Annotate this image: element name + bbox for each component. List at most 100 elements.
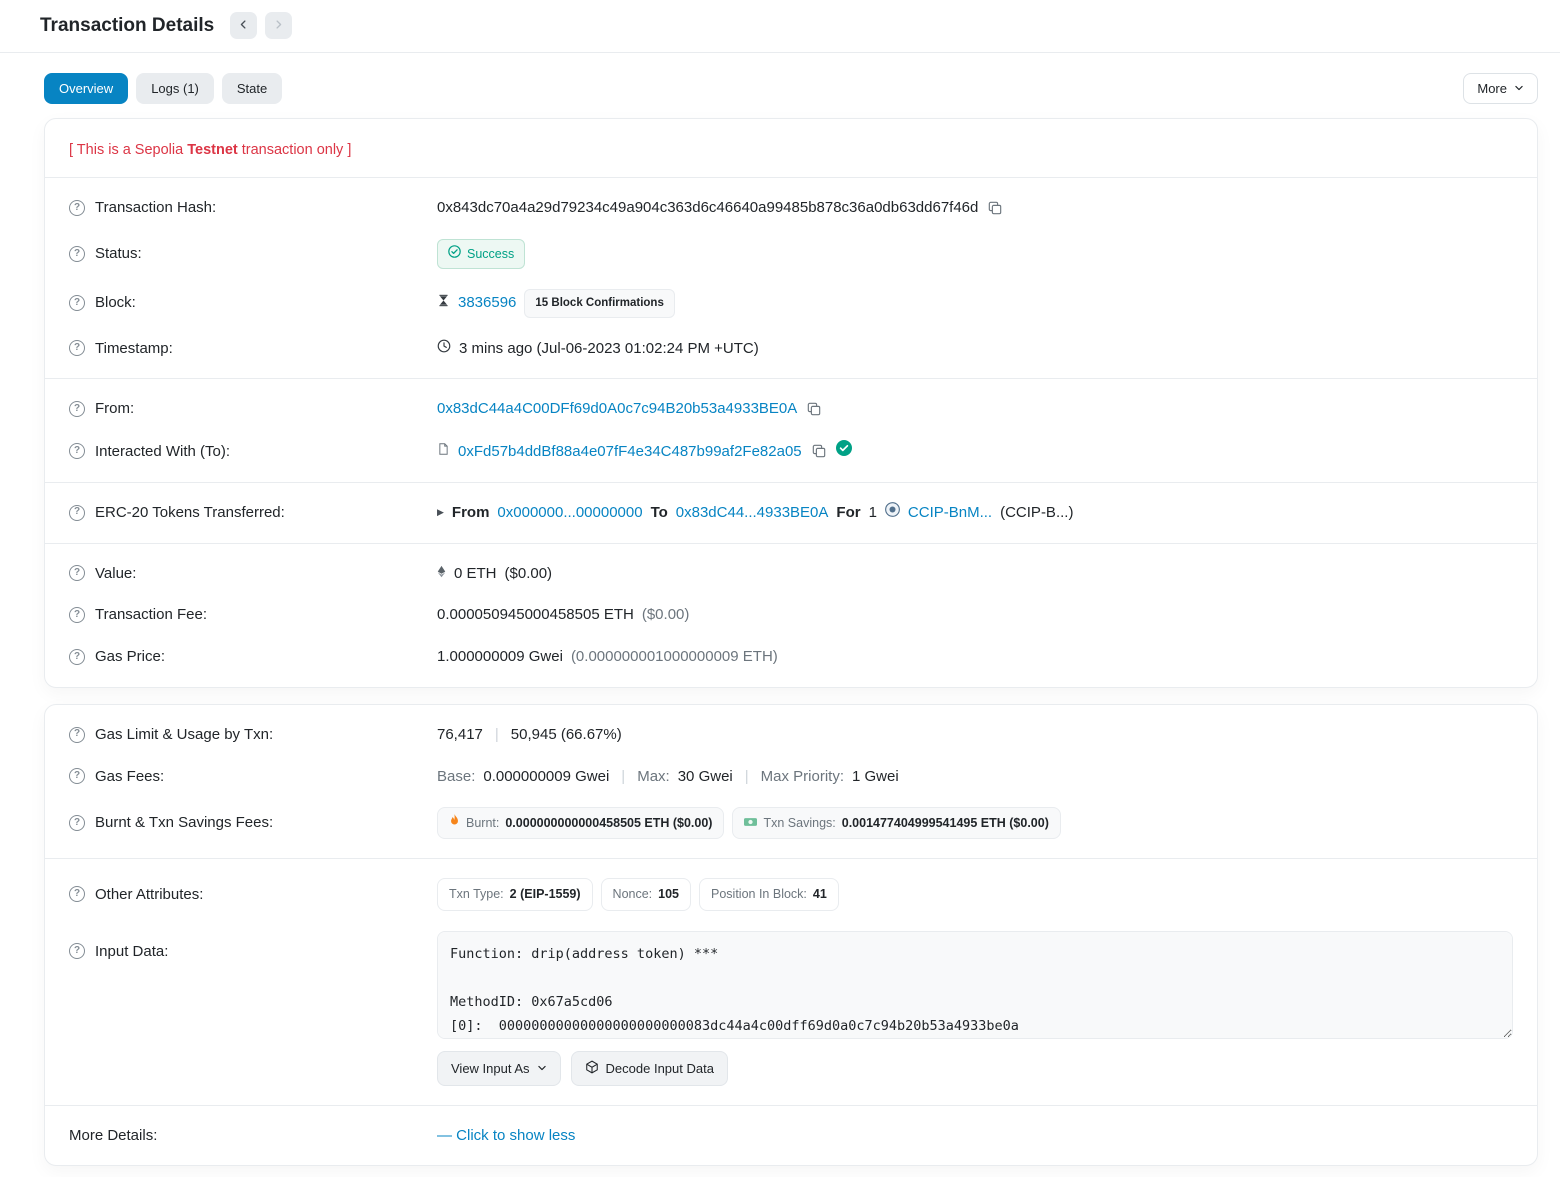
page-title: Transaction Details: [40, 15, 214, 37]
chevron-down-icon: [537, 1061, 547, 1076]
from-address-link[interactable]: 0x83dC44a4C00DFf69d0A0c7c94B20b53a4933BE…: [437, 398, 797, 420]
gas-fees-label: Gas Fees:: [95, 766, 164, 788]
row-gas-fees: ? Gas Fees: Base: 0.000000009 Gwei | Max…: [45, 756, 1537, 798]
txn-type-label: Txn Type:: [449, 885, 504, 903]
gas-price-alt: (0.000000001000000009 ETH): [571, 646, 778, 668]
clock-icon: [437, 338, 451, 360]
copy-from-address-icon[interactable]: [805, 400, 823, 418]
erc20-label: ERC-20 Tokens Transferred:: [95, 502, 285, 524]
base-fee-label: Base:: [437, 766, 475, 788]
other-attributes-label: Other Attributes:: [95, 884, 203, 906]
copy-to-address-icon[interactable]: [810, 442, 828, 460]
transaction-hash-value: 0x843dc70a4a29d79234c49a904c363d6c46640a…: [437, 197, 978, 219]
more-details-section: More Details: — Click to show less: [45, 1105, 1537, 1166]
value-fees-section: ? Value: 0 ETH ($0.00) ? Transaction Fee…: [45, 543, 1537, 687]
burnt-savings-label: Burnt & Txn Savings Fees:: [95, 812, 273, 834]
help-icon: ?: [69, 649, 85, 665]
position-value: 41: [813, 885, 827, 903]
overview-card: [ This is a Sepolia Testnet transaction …: [44, 118, 1538, 688]
help-icon: ?: [69, 727, 85, 743]
burnt-fee-pill: Burnt: 0.000000000000458505 ETH ($0.00): [437, 807, 724, 839]
erc20-from-address-link[interactable]: 0x000000...00000000: [497, 502, 642, 524]
eth-diamond-icon: [437, 563, 446, 585]
block-number-link[interactable]: 3836596: [458, 292, 516, 314]
nonce-pill: Nonce: 105: [601, 878, 691, 910]
row-from: ? From: 0x83dC44a4C00DFf69d0A0c7c94B20b5…: [45, 388, 1537, 430]
check-circle-icon: [448, 245, 461, 263]
help-icon: ?: [69, 443, 85, 459]
notice-bold: Testnet: [187, 142, 238, 158]
flame-icon: [449, 814, 460, 832]
erc20-token-link[interactable]: CCIP-BnM...: [908, 502, 992, 524]
help-icon: ?: [69, 565, 85, 581]
transaction-fee-amount: 0.000050945000458505 ETH: [437, 604, 634, 626]
help-icon: ?: [69, 607, 85, 623]
row-gas-limit: ? Gas Limit & Usage by Txn: 76,417 | 50,…: [45, 714, 1537, 756]
erc20-to-address-link[interactable]: 0x83dC44...4933BE0A: [676, 502, 829, 524]
more-button-label: More: [1477, 81, 1507, 96]
max-priority-label: Max Priority:: [761, 766, 844, 788]
burnt-fee-label: Burnt:: [466, 814, 499, 832]
status-label: Status:: [95, 243, 142, 265]
show-less-link[interactable]: — Click to show less: [437, 1125, 575, 1147]
value-amount: 0 ETH: [454, 563, 497, 585]
decode-input-data-button[interactable]: Decode Input Data: [571, 1051, 728, 1086]
chevron-right-icon: [273, 18, 284, 33]
transfer-triangle-icon: ▶: [437, 506, 444, 519]
max-fee-label: Max:: [637, 766, 670, 788]
row-more-details: More Details: — Click to show less: [45, 1115, 1537, 1157]
interacted-with-label: Interacted With (To):: [95, 441, 230, 463]
erc20-amount: 1: [869, 502, 877, 524]
decode-input-data-label: Decode Input Data: [606, 1061, 714, 1076]
cube-icon: [585, 1060, 599, 1077]
help-icon: ?: [69, 200, 85, 216]
more-details-label: More Details:: [69, 1125, 437, 1147]
status-badge-label: Success: [467, 245, 514, 263]
row-block: ? Block: 3836596 15 Block Confirmations: [45, 279, 1537, 328]
tab-logs[interactable]: Logs (1): [136, 73, 214, 104]
timestamp-value: 3 mins ago (Jul-06-2023 01:02:24 PM +UTC…: [459, 338, 759, 360]
to-address-link[interactable]: 0xFd57b4ddBf88a4e07fF4e34C487b99af2Fe82a…: [458, 441, 802, 463]
gas-price-amount: 1.000000009 Gwei: [437, 646, 563, 668]
verified-check-circle-icon: [836, 440, 852, 463]
burnt-fee-value: 0.000000000000458505 ETH ($0.00): [505, 814, 712, 832]
money-wings-icon: [744, 814, 757, 832]
tab-overview[interactable]: Overview: [44, 73, 128, 104]
help-icon: ?: [69, 340, 85, 356]
erc20-for-word: For: [836, 502, 860, 524]
notice-section: [ This is a Sepolia Testnet transaction …: [45, 119, 1537, 177]
help-icon: ?: [69, 815, 85, 831]
max-priority-value: 1 Gwei: [852, 766, 899, 788]
row-transaction-hash: ? Transaction Hash: 0x843dc70a4a29d79234…: [45, 187, 1537, 229]
timestamp-label: Timestamp:: [95, 338, 173, 360]
copy-hash-icon[interactable]: [986, 199, 1004, 217]
tab-state[interactable]: State: [222, 73, 282, 104]
transaction-fee-label: Transaction Fee:: [95, 604, 207, 626]
row-burnt-savings: ? Burnt & Txn Savings Fees: Burnt: 0.000…: [45, 797, 1537, 849]
row-input-data: ? Input Data: Function: drip(address tok…: [45, 921, 1537, 1096]
hourglass-icon: [437, 292, 450, 314]
status-badge: Success: [437, 239, 525, 269]
help-icon: ?: [69, 401, 85, 417]
page-header: Transaction Details: [0, 0, 1560, 53]
help-icon: ?: [69, 246, 85, 262]
chevron-left-icon: [238, 18, 249, 33]
transaction-details-page: Transaction Details Overview Logs (1) St…: [0, 0, 1560, 1166]
testnet-notice: [ This is a Sepolia Testnet transaction …: [45, 128, 1537, 168]
row-other-attributes: ? Other Attributes: Txn Type: 2 (EIP-155…: [45, 868, 1537, 920]
gas-limit-value: 76,417: [437, 724, 483, 746]
transaction-fee-usd: ($0.00): [642, 604, 690, 626]
more-button[interactable]: More: [1463, 73, 1538, 104]
position-in-block-pill: Position In Block: 41: [699, 878, 839, 910]
pipe-separator: |: [491, 724, 503, 746]
previous-transaction-button[interactable]: [230, 12, 257, 39]
value-label: Value:: [95, 563, 136, 585]
nonce-value: 105: [658, 885, 679, 903]
erc20-to-word: To: [651, 502, 668, 524]
gas-price-label: Gas Price:: [95, 646, 165, 668]
help-icon: ?: [69, 505, 85, 521]
next-transaction-button[interactable]: [265, 12, 292, 39]
help-icon: ?: [69, 768, 85, 784]
input-data-textarea[interactable]: Function: drip(address token) *** Method…: [437, 931, 1513, 1039]
view-input-as-button[interactable]: View Input As: [437, 1051, 561, 1086]
